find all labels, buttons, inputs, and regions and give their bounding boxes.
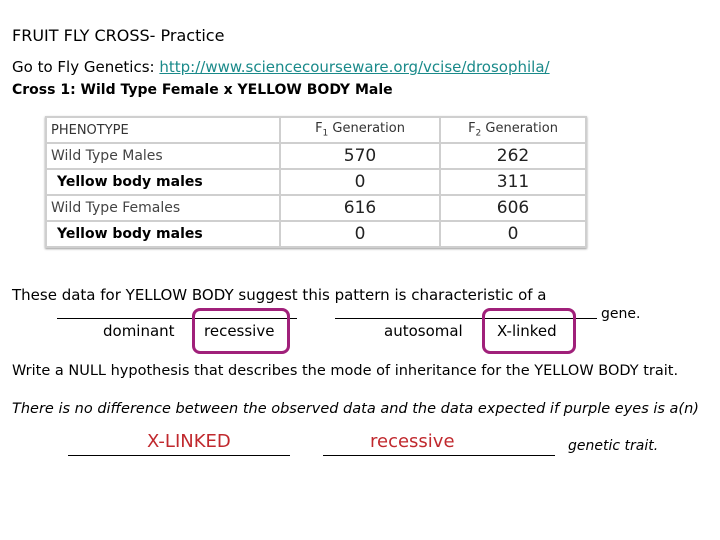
- option-x-linked[interactable]: X-linked: [497, 322, 557, 340]
- genetic-trait-suffix: genetic trait.: [568, 438, 659, 454]
- table-row: Yellow body males 0 311: [45, 168, 587, 196]
- header-f1: F1 Generation: [279, 116, 441, 144]
- table-row: Yellow body males 0 0: [45, 220, 587, 248]
- page-title: FRUIT FLY CROSS- Practice: [12, 26, 225, 45]
- blank-line-2: [323, 455, 555, 456]
- answer-recessive[interactable]: recessive: [370, 431, 455, 452]
- null-hypothesis-text: There is no difference between the obser…: [12, 401, 699, 417]
- option-autosomal[interactable]: autosomal: [384, 322, 463, 340]
- f2-cell: 311: [439, 168, 587, 196]
- f1-cell: 616: [279, 194, 441, 222]
- phenotype-table: PHENOTYPE F1 Generation F2 Generation Wi…: [45, 116, 587, 248]
- f2-cell: 0: [439, 220, 587, 248]
- goto-line: Go to Fly Genetics: http://www.scienceco…: [12, 58, 550, 76]
- phenotype-cell: Yellow body males: [45, 168, 281, 196]
- answer-x-linked[interactable]: X-LINKED: [147, 431, 231, 452]
- option-dominant[interactable]: dominant: [103, 322, 175, 340]
- f1-cell: 570: [279, 142, 441, 170]
- f1-rest: Generation: [328, 121, 405, 137]
- header-phenotype: PHENOTYPE: [45, 116, 281, 144]
- f2-cell: 262: [439, 142, 587, 170]
- question1-text: These data for YELLOW BODY suggest this …: [12, 286, 547, 304]
- header-f2: F2 Generation: [439, 116, 587, 144]
- option-recessive[interactable]: recessive: [204, 322, 274, 340]
- table-header-row: PHENOTYPE F1 Generation F2 Generation: [45, 116, 587, 144]
- fly-genetics-link[interactable]: http://www.sciencecourseware.org/vcise/d…: [159, 58, 549, 76]
- phenotype-cell: Wild Type Males: [45, 142, 281, 170]
- blank-line-1: [68, 455, 290, 456]
- f1-base: F: [315, 121, 323, 137]
- cross-heading: Cross 1: Wild Type Female x YELLOW BODY …: [12, 82, 393, 98]
- f1-cell: 0: [279, 168, 441, 196]
- goto-prefix: Go to Fly Genetics:: [12, 58, 155, 76]
- phenotype-cell: Wild Type Females: [45, 194, 281, 222]
- gene-suffix: gene.: [601, 306, 641, 322]
- table-row: Wild Type Females 616 606: [45, 194, 587, 222]
- f1-cell: 0: [279, 220, 441, 248]
- phenotype-cell: Yellow body males: [45, 220, 281, 248]
- f2-cell: 606: [439, 194, 587, 222]
- table-row: Wild Type Males 570 262: [45, 142, 587, 170]
- question2-text: Write a NULL hypothesis that describes t…: [12, 363, 679, 379]
- f2-base: F: [468, 121, 476, 137]
- f2-rest: Generation: [481, 121, 558, 137]
